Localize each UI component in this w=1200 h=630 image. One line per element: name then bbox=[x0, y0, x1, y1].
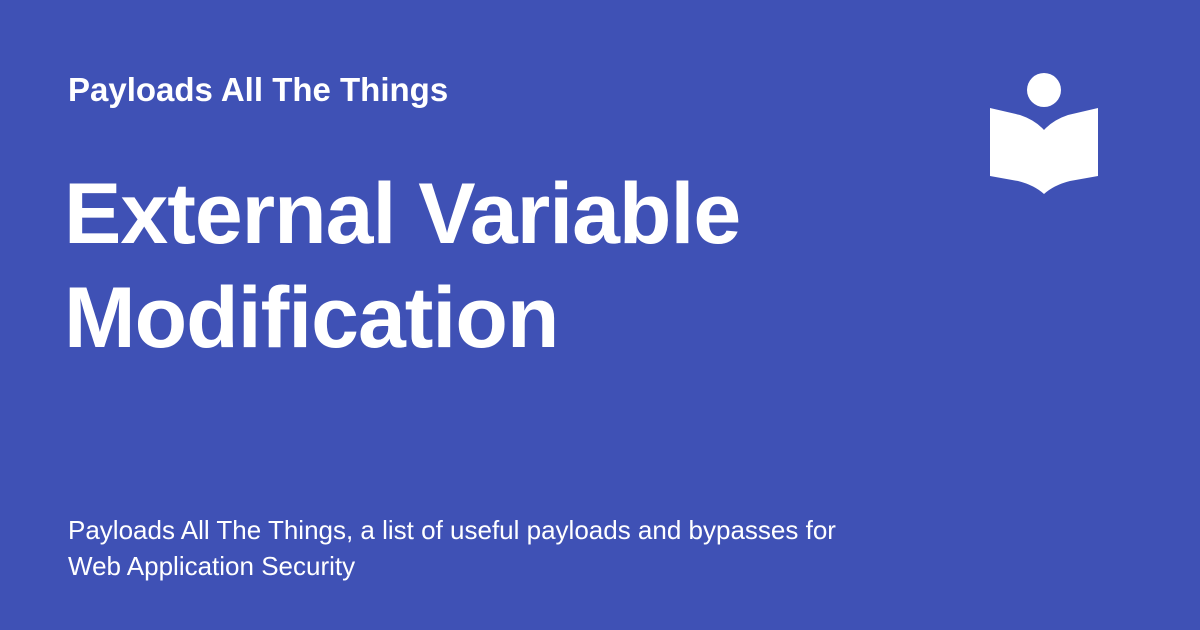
site-name: Payloads All The Things bbox=[68, 71, 449, 108]
logo-open-book bbox=[990, 108, 1098, 194]
page-title: External Variable Modification bbox=[64, 162, 924, 370]
site-description-line-1: Payloads All The Things, a list of usefu… bbox=[68, 515, 836, 545]
social-card: Payloads All The Things External Variabl… bbox=[0, 0, 1200, 630]
site-description-line-2: Web Application Security bbox=[68, 551, 356, 581]
logo-head bbox=[1027, 73, 1061, 107]
page-title-line-1: External Variable bbox=[64, 166, 741, 262]
reading-person-icon bbox=[990, 73, 1098, 194]
site-description: Payloads All The Things, a list of usefu… bbox=[68, 512, 968, 584]
page-title-line-2: Modification bbox=[64, 270, 559, 366]
